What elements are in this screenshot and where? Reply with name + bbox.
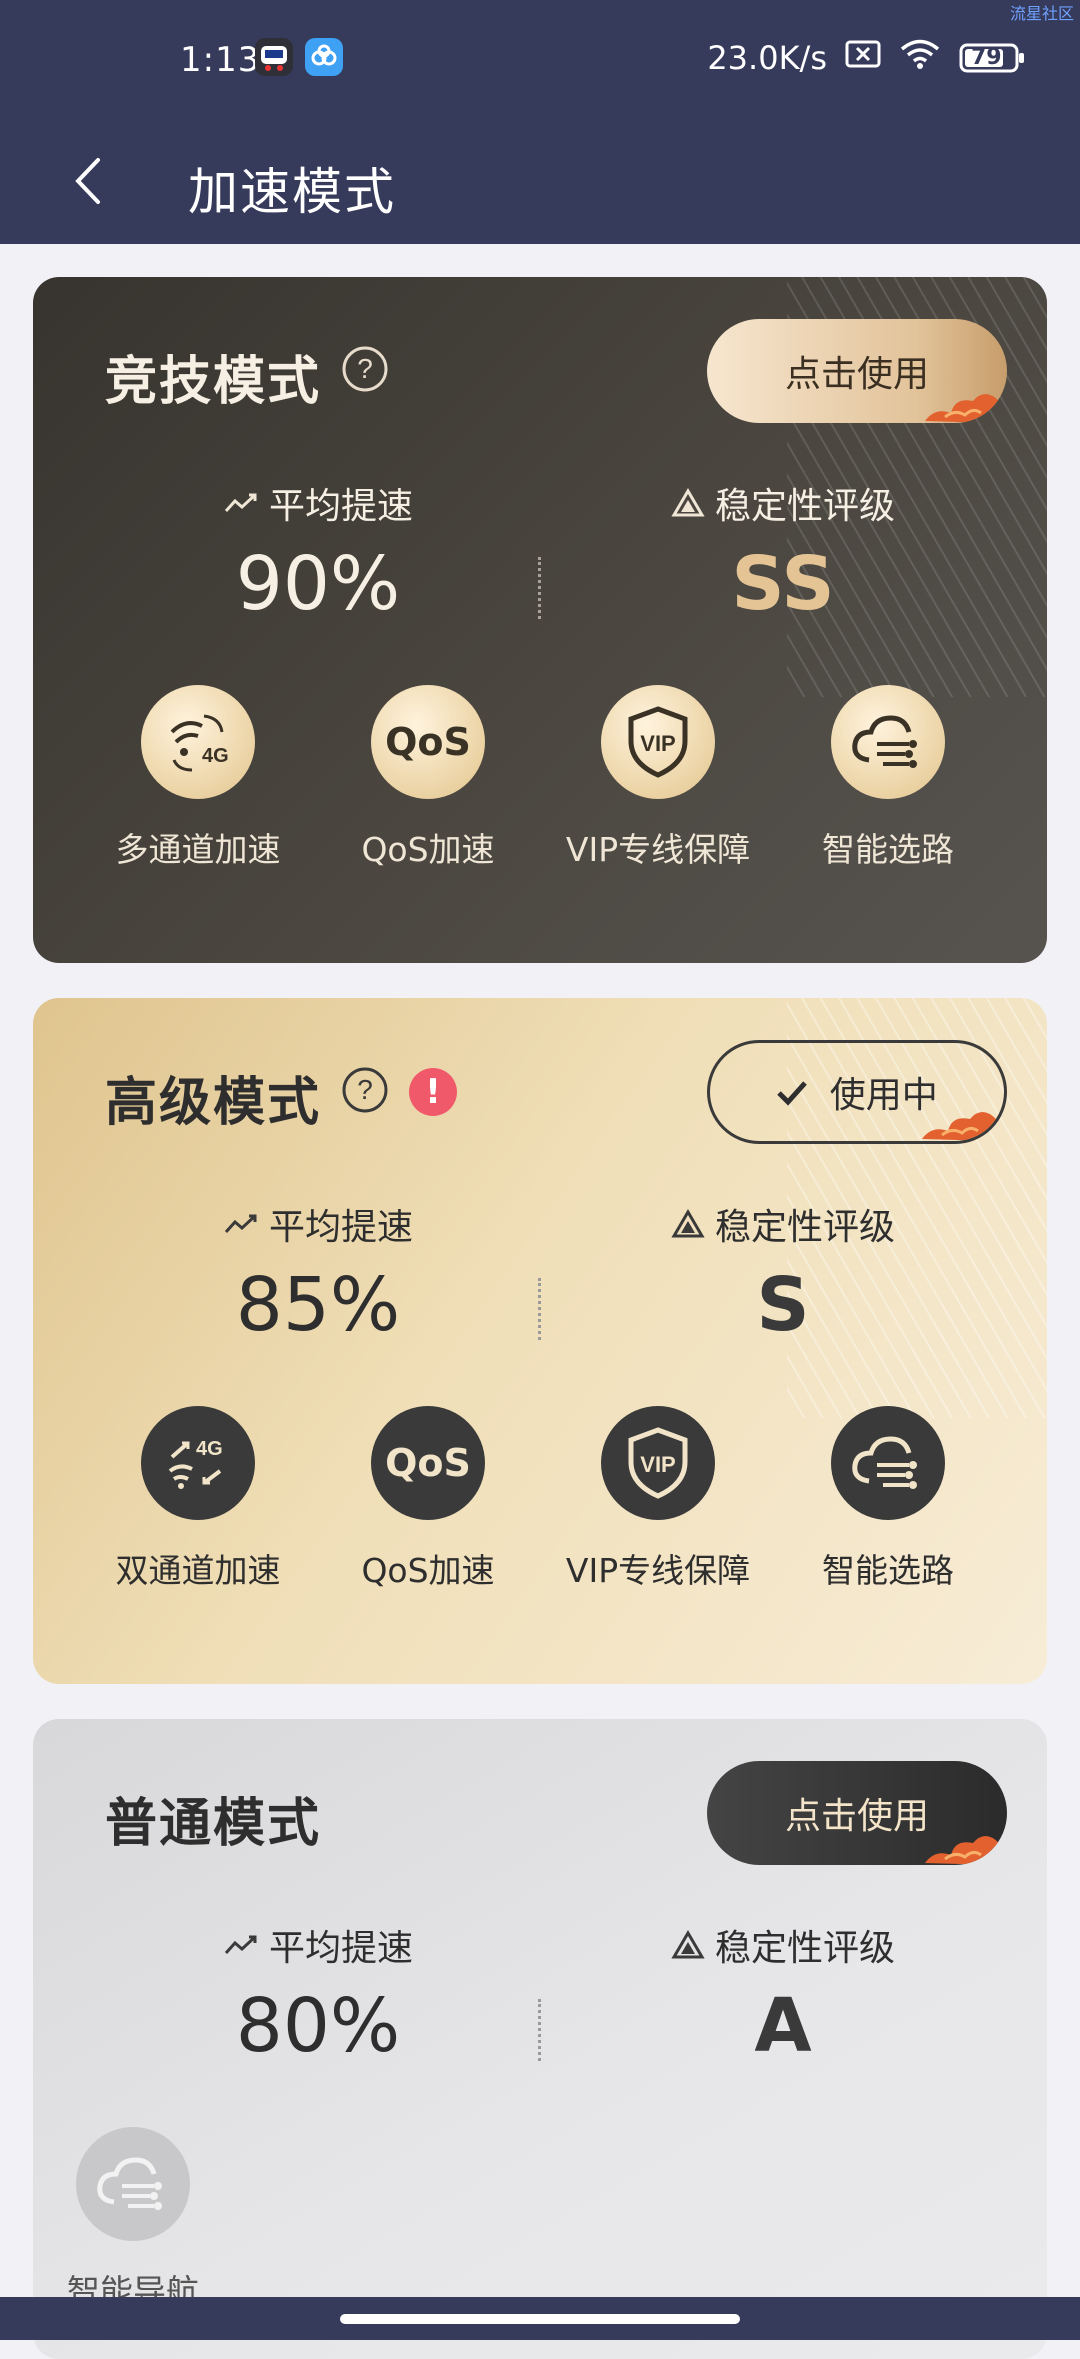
cloud-app-notification-icon — [305, 38, 343, 76]
mode-card-normal: 普通模式 点击使用 平均提速 80% 稳定性评级 A 智能导航 — [33, 1719, 1047, 2359]
feature-label: 多通道加速 — [115, 830, 281, 869]
stability-rating: 稳定性评级 S — [578, 1198, 988, 1348]
no-sim-icon — [845, 39, 881, 77]
use-mode-button[interactable]: 点击使用 — [707, 319, 1007, 423]
network-speed: 23.0K/s — [707, 39, 827, 77]
average-speedup-label: 平均提速 — [268, 486, 413, 527]
average-speedup-label: 平均提速 — [268, 1928, 413, 1969]
feature-label: 双通道加速 — [115, 1551, 281, 1590]
vip-shield-icon: VIP — [601, 1406, 715, 1520]
cloud-routing-icon — [831, 685, 945, 799]
average-speedup: 平均提速 80% — [113, 1919, 523, 2069]
average-speedup-value: 85% — [235, 1262, 401, 1348]
trend-up-icon — [224, 1214, 257, 1234]
top-app-bar: 加速模式 — [0, 122, 1080, 244]
feature-vip: VIP VIP专线保障 — [548, 1406, 768, 1592]
feature-smart-routing: 智能选路 — [778, 685, 998, 871]
back-button[interactable] — [60, 146, 130, 216]
use-mode-button-label: 点击使用 — [784, 1796, 929, 1837]
feature-smart-routing: 智能选路 — [778, 1406, 998, 1592]
divider — [538, 557, 541, 619]
chevron-left-icon — [75, 158, 100, 204]
svg-text:?: ? — [357, 353, 373, 384]
average-speedup-label: 平均提速 — [268, 1207, 413, 1248]
stability-rating-value: A — [754, 1983, 812, 2069]
stability-rating-label: 稳定性评级 — [714, 486, 895, 527]
feature-label: VIP专线保障 — [565, 830, 751, 869]
feature-qos: QoS QoS加速 — [318, 685, 538, 871]
svg-text:VIP: VIP — [640, 731, 675, 756]
watermark: 流星社区 — [1009, 4, 1074, 23]
in-use-button[interactable]: 使用中 — [707, 1040, 1007, 1144]
cloud-routing-icon — [831, 1406, 945, 1520]
page-title: 加速模式 — [188, 163, 396, 221]
feature-qos: QoS QoS加速 — [318, 1406, 538, 1592]
app-notification-icon — [255, 38, 293, 76]
average-speedup-value: 80% — [235, 1983, 401, 2069]
stability-rating-label: 稳定性评级 — [714, 1207, 895, 1248]
battery-level: 79 — [971, 45, 1002, 70]
vip-shield-icon: VIP — [601, 685, 715, 799]
warning-triangle-icon — [671, 1930, 705, 1959]
average-speedup-value: 90% — [235, 541, 401, 627]
mode-card-advanced: 高级模式 ? ! 使用中 平均提速 85% 稳定性评级 S 4G 双通道加速 Q… — [33, 998, 1047, 1684]
trend-up-icon — [224, 493, 257, 513]
svg-text:?: ? — [357, 1074, 373, 1105]
warning-triangle-icon — [671, 488, 705, 517]
divider — [538, 1278, 541, 1340]
battery-icon: 79 — [959, 43, 1025, 73]
feature-list: 4G 多通道加速 QoS QoS加速 VIP VIP专线保障 智能选路 — [83, 685, 1003, 871]
mode-title: 普通模式 — [105, 1794, 322, 1854]
svg-text:4G: 4G — [202, 745, 229, 767]
feature-label: VIP专线保障 — [565, 1551, 751, 1590]
feature-list: 4G 双通道加速 QoS QoS加速 VIP VIP专线保障 智能选路 — [83, 1406, 1003, 1592]
feature-label: 智能选路 — [822, 830, 954, 869]
warning-triangle-icon — [671, 1209, 705, 1238]
help-icon[interactable]: ? — [341, 345, 389, 393]
stability-rating-value: SS — [731, 541, 835, 627]
qos-icon: QoS — [371, 1406, 485, 1520]
cloud-routing-icon — [76, 2127, 190, 2241]
stability-rating-label: 稳定性评级 — [714, 1928, 895, 1969]
feature-smart-navigation: 智能导航 — [43, 2127, 223, 2313]
svg-text:4G: 4G — [196, 1438, 223, 1460]
multi-channel-4g-icon: 4G — [141, 685, 255, 799]
alert-badge-icon[interactable]: ! — [409, 1068, 457, 1116]
svg-text:VIP: VIP — [640, 1452, 675, 1477]
feature-label: QoS加速 — [361, 1551, 495, 1590]
feature-label: QoS加速 — [361, 830, 495, 869]
trend-up-icon — [224, 1935, 257, 1955]
stability-rating: 稳定性评级 SS — [578, 477, 988, 627]
average-speedup: 平均提速 85% — [113, 1198, 523, 1348]
in-use-button-label: 使用中 — [829, 1075, 938, 1116]
help-icon[interactable]: ? — [341, 1066, 389, 1114]
home-indicator[interactable] — [340, 2314, 740, 2324]
divider — [538, 1999, 541, 2061]
status-bar: 1:13 23.0K/s 79 流星社区 — [0, 0, 1080, 122]
use-mode-button[interactable]: 点击使用 — [707, 1761, 1007, 1865]
wifi-icon — [899, 38, 941, 78]
mode-title: 高级模式 — [105, 1073, 322, 1133]
status-indicators: 23.0K/s 79 — [707, 38, 1025, 78]
feature-multi-channel: 4G 多通道加速 — [88, 685, 308, 871]
checkmark-icon — [777, 1081, 808, 1106]
mode-card-competitive: 竞技模式 ? 点击使用 平均提速 90% 稳定性评级 SS 4G 多通道加速 Q… — [33, 277, 1047, 963]
stability-rating: 稳定性评级 A — [578, 1919, 988, 2069]
dual-channel-4g-icon: 4G — [141, 1406, 255, 1520]
feature-list: 智能导航 — [43, 2127, 963, 2313]
stability-rating-value: S — [756, 1262, 810, 1348]
use-mode-button-label: 点击使用 — [784, 354, 929, 395]
feature-vip: VIP VIP专线保障 — [548, 685, 768, 871]
qos-icon: QoS — [371, 685, 485, 799]
average-speedup: 平均提速 90% — [113, 477, 523, 627]
status-time: 1:13 — [180, 40, 261, 80]
mode-title: 竞技模式 — [105, 352, 322, 412]
feature-dual-channel: 4G 双通道加速 — [88, 1406, 308, 1592]
feature-label: 智能选路 — [822, 1551, 954, 1590]
